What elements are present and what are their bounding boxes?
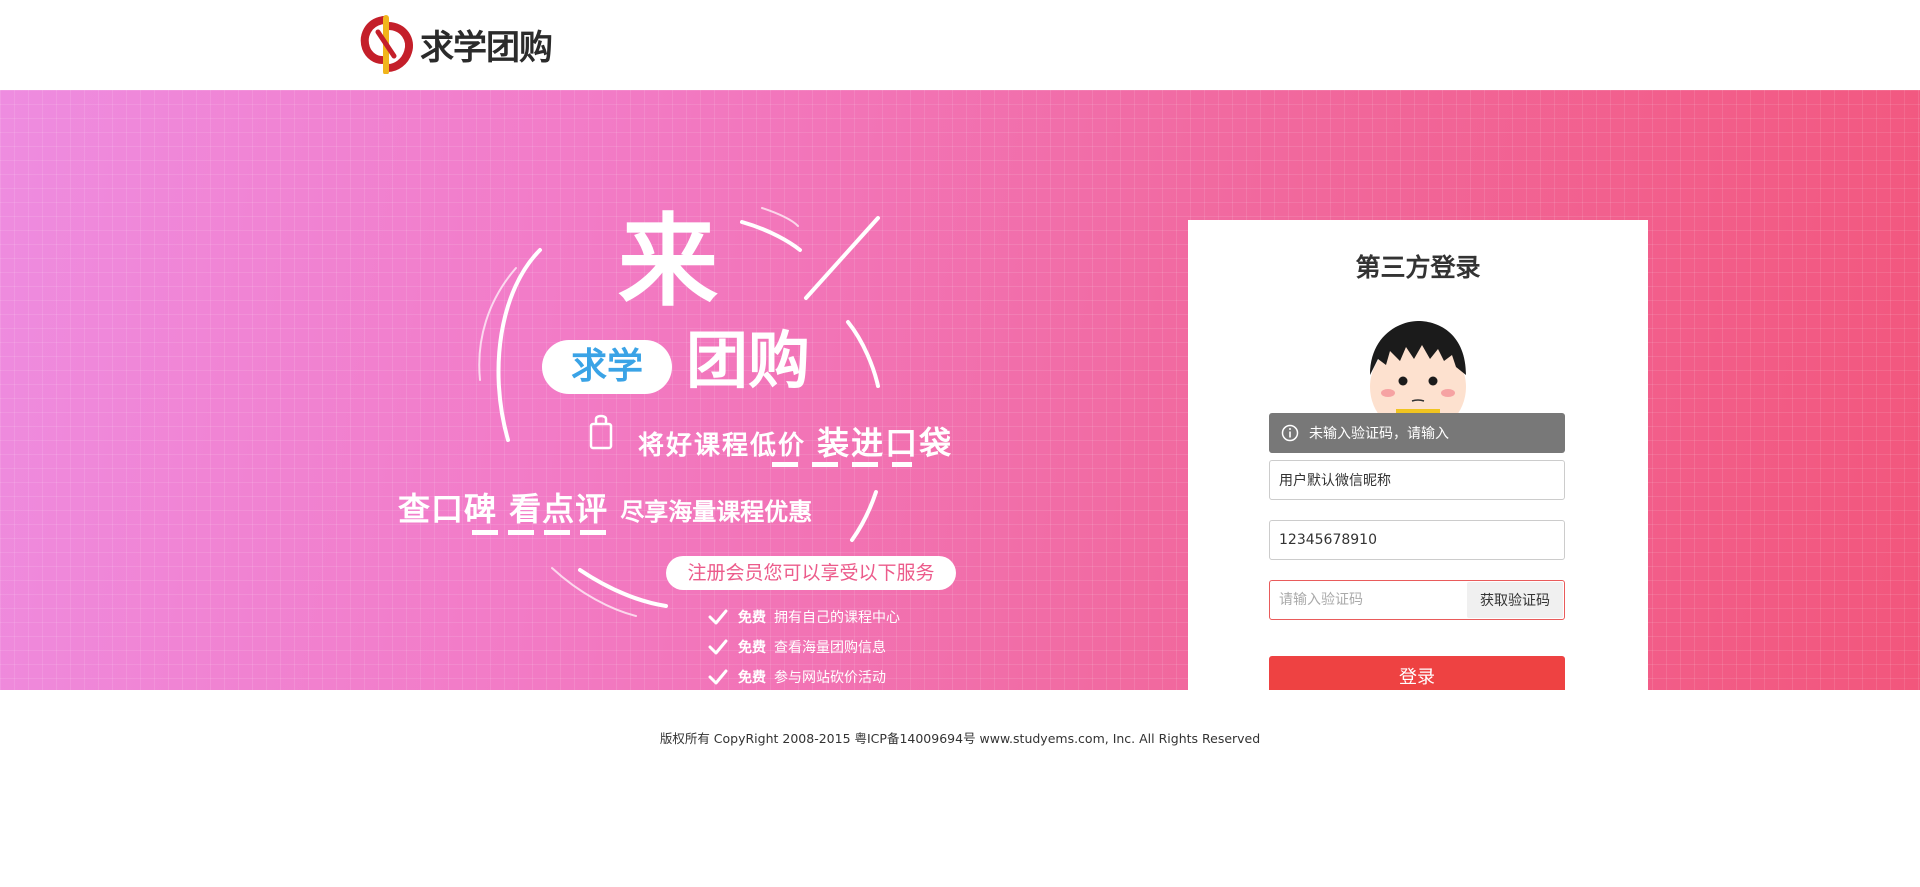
- toast-message: 未输入验证码，请输入: [1309, 426, 1449, 442]
- dash-underline: [772, 462, 912, 467]
- verification-code-field: 获取验证码: [1269, 580, 1565, 620]
- benefit-free-label: 免费: [738, 610, 766, 626]
- login-button[interactable]: 登录: [1269, 656, 1565, 690]
- nickname-value: 用户默认微信昵称: [1279, 473, 1391, 489]
- logo-text: 求学团购: [420, 27, 553, 68]
- info-icon: [1281, 424, 1299, 442]
- verification-code-input[interactable]: [1270, 581, 1467, 619]
- benefit-item: 免费 拥有自己的课程中心: [708, 602, 900, 632]
- benefit-text: 参与网站砍价活动: [774, 670, 886, 686]
- register-benefits-pill: 注册会员您可以享受以下服务: [666, 556, 956, 590]
- shopping-bag-icon: [589, 414, 613, 450]
- checkmark-icon: [708, 669, 728, 685]
- phone-field[interactable]: 12345678910: [1269, 520, 1565, 560]
- slogan-reputation: 查口碑: [398, 490, 498, 528]
- benefit-item: 免费 查看海量团购信息: [708, 632, 900, 662]
- slogan-reviews: 看点评: [509, 490, 609, 528]
- slogan-line-2: 将好课程低价 装进口袋: [638, 418, 953, 464]
- benefit-text: 拥有自己的课程中心: [774, 610, 900, 626]
- benefits-list: 免费 拥有自己的课程中心 免费 查看海量团购信息 免费 参与网站砍价活动: [708, 602, 900, 690]
- slogan-line-3: 查口碑 看点评 尽享海量课程优惠: [398, 484, 812, 530]
- slogan-discounts: 尽享海量课程优惠: [620, 498, 813, 526]
- nickname-field[interactable]: 用户默认微信昵称: [1269, 460, 1565, 500]
- pill-qiuxue: 求学: [542, 340, 672, 394]
- benefit-text: 查看海量团购信息: [774, 640, 886, 656]
- avatar-cartoon-icon: [1370, 321, 1466, 415]
- validation-toast: 未输入验证码，请输入: [1269, 413, 1565, 453]
- site-logo[interactable]: 求学团购: [358, 14, 558, 74]
- site-footer: 版权所有 CopyRight 2008-2015 粤ICP备14009694号 …: [0, 728, 1920, 747]
- slogan-cheap-courses: 将好课程低价: [638, 431, 807, 461]
- promo-artwork: 来 求学 团购 将好课程低价 装进口袋 查口碑 看点评 尽享海量课程优惠 注册会…: [390, 150, 990, 686]
- login-title: 第三方登录: [1355, 253, 1481, 282]
- logo-mark-icon: [360, 15, 413, 74]
- benefit-free-label: 免费: [738, 670, 766, 686]
- dash-underline: [472, 530, 612, 535]
- site-header: 求学团购: [0, 0, 1920, 90]
- headline-tuangou: 团购: [686, 324, 811, 397]
- benefit-item: 免费 参与网站砍价活动: [708, 662, 900, 690]
- login-card: 第三方登录 未输入验证码，请输入 用户默认微信昵称 12345678910 请输…: [1188, 220, 1648, 690]
- hero-banner: 来 求学 团购 将好课程低价 装进口袋 查口碑 看点评 尽享海量课程优惠 注册会…: [0, 90, 1920, 690]
- user-avatar: [1360, 315, 1476, 415]
- checkmark-icon: [708, 639, 728, 655]
- copyright-text: 版权所有 CopyRight 2008-2015 粤ICP备14009694号 …: [659, 731, 1261, 746]
- slogan-into-pocket: 装进口袋: [817, 424, 954, 462]
- headline-lai: 来: [618, 203, 718, 320]
- checkmark-icon: [708, 609, 728, 625]
- phone-value: 12345678910: [1279, 532, 1377, 548]
- benefit-free-label: 免费: [738, 640, 766, 656]
- get-code-button[interactable]: 获取验证码: [1467, 582, 1563, 618]
